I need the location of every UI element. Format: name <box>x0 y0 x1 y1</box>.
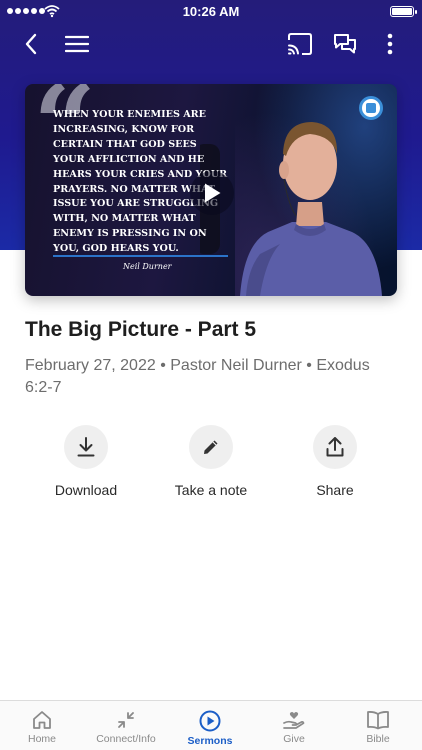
chat-bubbles-icon <box>334 34 356 54</box>
menu-button[interactable] <box>61 28 93 60</box>
connect-icon <box>118 712 134 728</box>
tab-sermons-label: Sermons <box>187 735 233 747</box>
church-logo <box>359 96 383 120</box>
cast-button[interactable] <box>284 28 316 60</box>
take-note-button-circle <box>189 425 233 469</box>
video-quote-signature: Neil Durner <box>123 262 172 271</box>
quote-divider <box>53 255 228 257</box>
download-button-circle <box>64 425 108 469</box>
more-vertical-icon <box>387 33 393 55</box>
play-circle-icon <box>199 710 221 732</box>
sermon-video-player[interactable]: “ When your enemies are increasing, know… <box>25 84 397 296</box>
home-icon <box>33 711 51 729</box>
download-icon <box>77 437 95 457</box>
more-button[interactable] <box>374 28 406 60</box>
sermon-meta: February 27, 2022 • Pastor Neil Durner •… <box>25 357 370 396</box>
share-icon <box>326 437 344 457</box>
play-icon <box>205 183 221 203</box>
tab-give[interactable]: Give <box>252 701 336 750</box>
sermon-title: The Big Picture - Part 5 <box>25 318 257 341</box>
download-label: Download <box>54 482 118 498</box>
share-label: Share <box>316 482 354 498</box>
tab-bar: Home Connect/Info Sermons Give Bible <box>0 700 422 750</box>
tab-home-label: Home <box>27 733 56 745</box>
back-button[interactable] <box>15 28 47 60</box>
download-button[interactable]: Download <box>26 425 146 498</box>
give-hand-icon <box>283 712 305 729</box>
tab-connect-info-label: Connect/Info <box>96 733 156 745</box>
nav-bar <box>0 28 422 60</box>
book-icon <box>367 711 389 730</box>
share-button[interactable]: Share <box>275 425 395 498</box>
tab-connect-info[interactable]: Connect/Info <box>84 701 168 750</box>
tab-give-label: Give <box>283 733 305 745</box>
cast-icon <box>288 33 312 55</box>
play-button[interactable] <box>190 171 234 215</box>
tab-bible-label: Bible <box>366 733 390 745</box>
take-note-label: Take a note <box>174 482 248 498</box>
tab-sermons[interactable]: Sermons <box>168 701 252 750</box>
battery-icon <box>390 6 417 17</box>
share-button-circle <box>313 425 357 469</box>
sermon-actions: Download Take a note Share <box>0 425 422 505</box>
pencil-icon <box>204 440 218 454</box>
hamburger-icon <box>65 35 89 53</box>
status-time: 10:26 AM <box>182 4 240 19</box>
chat-button[interactable] <box>329 28 361 60</box>
take-note-button[interactable]: Take a note <box>151 425 271 498</box>
tab-bible[interactable]: Bible <box>336 701 420 750</box>
chevron-left-icon <box>25 33 37 55</box>
status-bar: 10:26 AM <box>0 0 422 24</box>
tab-home[interactable]: Home <box>0 701 84 750</box>
